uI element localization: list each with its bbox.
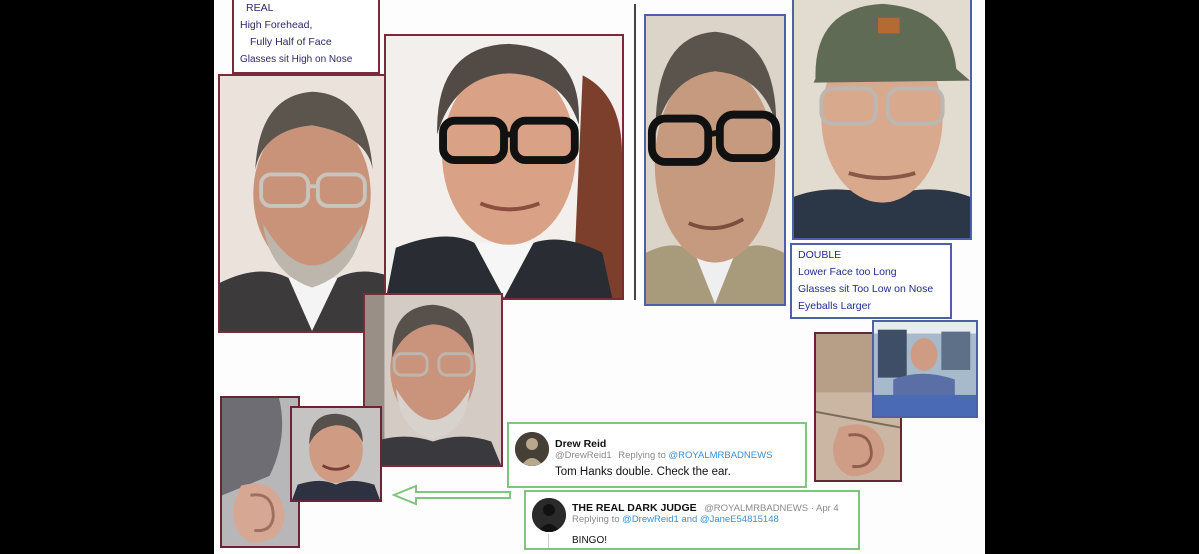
tweet-1-handle[interactable]: @DrewReid1 (555, 450, 612, 461)
tweet-2-replying-prefix: Replying to (572, 514, 620, 525)
avatar-real-dark-judge (532, 498, 566, 532)
real-label-line-3: Fully Half of Face (250, 36, 332, 48)
real-label-line-2: High Forehead, (240, 19, 313, 31)
tweet-1-replying-to[interactable]: @ROYALMRBADNEWS (668, 450, 772, 461)
tweet-real-dark-judge[interactable]: THE REAL DARK JUDGE @ROYALMRBADNEWS · Ap… (524, 490, 860, 550)
real-label-line-4: Glasses sit High on Nose (240, 54, 353, 65)
photo-real-bearded-center (363, 293, 503, 467)
tweet-drew-reid[interactable]: Drew Reid @DrewReid1 Replying to @ROYALM… (507, 422, 807, 488)
double-label-line-4: Eyeballs Larger (798, 300, 871, 312)
real-label: REAL High Forehead, Fully Half of Face G… (232, 0, 380, 74)
tweet-2-body: BINGO! (572, 535, 608, 546)
tweet-1-name[interactable]: Drew Reid (555, 438, 606, 450)
photo-ear-closeup (220, 396, 300, 548)
tweet-2-name[interactable]: THE REAL DARK JUDGE (572, 502, 697, 514)
double-label-line-2: Lower Face too Long (798, 266, 897, 278)
green-arrow-icon (392, 484, 511, 506)
tweet-1-replying-prefix: Replying to (618, 450, 666, 461)
tweet-1-body: Tom Hanks double. Check the ear. (555, 466, 731, 478)
divider-line (634, 4, 636, 300)
collage-canvas: REAL High Forehead, Fully Half of Face G… (214, 0, 985, 554)
real-label-line-1: REAL (246, 2, 274, 14)
photo-real-smiling (290, 406, 382, 502)
photo-real-black-glasses (384, 34, 624, 300)
tweet-2-thread-line (548, 534, 549, 548)
double-label-line-3: Glasses sit Too Low on Nose (798, 283, 934, 295)
avatar-drew-reid (515, 432, 549, 466)
double-label: DOUBLE Lower Face too Long Glasses sit T… (790, 243, 952, 319)
double-label-line-1: DOUBLE (798, 249, 842, 261)
photo-double-cap (792, 0, 972, 240)
tweet-2-replying-to[interactable]: @DrewReid1 and @JaneE54815148 (622, 514, 779, 525)
photo-double-black-glasses (644, 14, 786, 306)
photo-double-in-car (872, 320, 978, 418)
tweet-2-handle-date[interactable]: @ROYALMRBADNEWS · Apr 4 (704, 503, 839, 514)
